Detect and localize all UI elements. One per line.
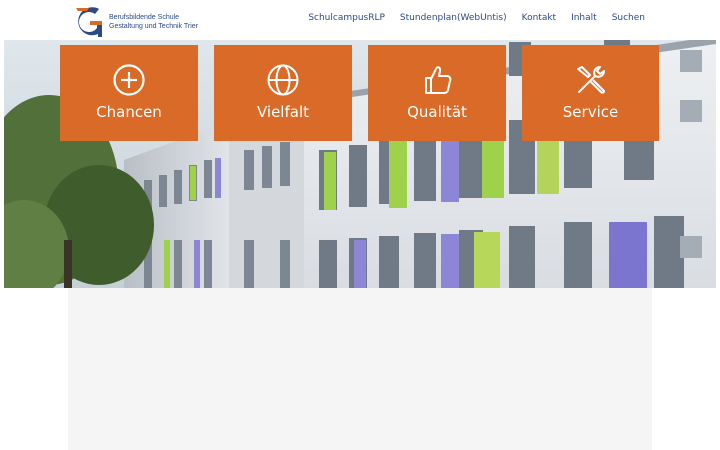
plus-circle-icon	[113, 64, 145, 96]
logo-line-1: Berufsbildende Schule	[109, 14, 180, 21]
logo-text: Berufsbildende Schule Gestaltung und Tec…	[109, 14, 198, 31]
tile-label: Chancen	[96, 103, 162, 121]
globe-icon	[267, 64, 299, 96]
nav-link-kontakt[interactable]: Kontakt	[522, 13, 556, 23]
thumbs-up-icon	[425, 66, 452, 94]
tools-icon	[576, 66, 605, 94]
main-content-area	[68, 288, 652, 450]
nav-link-schulcampus[interactable]: SchulcampusRLP	[308, 13, 385, 23]
site-header: Berufsbildende Schule Gestaltung und Tec…	[0, 0, 720, 40]
tile-label: Qualität	[407, 103, 467, 121]
main-nav: SchulcampusRLP Stundenplan(WebUntis) Kon…	[308, 13, 645, 23]
tile-vielfalt[interactable]: Vielfalt	[214, 45, 352, 141]
feature-tiles: Chancen Vielfalt Qualität Service	[60, 45, 659, 141]
school-logo[interactable]: Berufsbildende Schule Gestaltung und Tec…	[73, 6, 198, 38]
nav-link-stundenplan[interactable]: Stundenplan(WebUntis)	[400, 13, 507, 23]
tile-label: Service	[562, 103, 619, 121]
tile-chancen[interactable]: Chancen	[60, 45, 198, 141]
nav-link-inhalt[interactable]: Inhalt	[571, 13, 597, 23]
bbs-g-logo-icon	[76, 7, 102, 38]
tile-service[interactable]: Service	[522, 45, 659, 141]
nav-link-suchen[interactable]: Suchen	[612, 13, 645, 23]
tile-qualitaet[interactable]: Qualität	[368, 45, 506, 141]
tile-label: Vielfalt	[256, 103, 310, 121]
logo-line-2: Gestaltung und Technik Trier	[109, 22, 198, 30]
